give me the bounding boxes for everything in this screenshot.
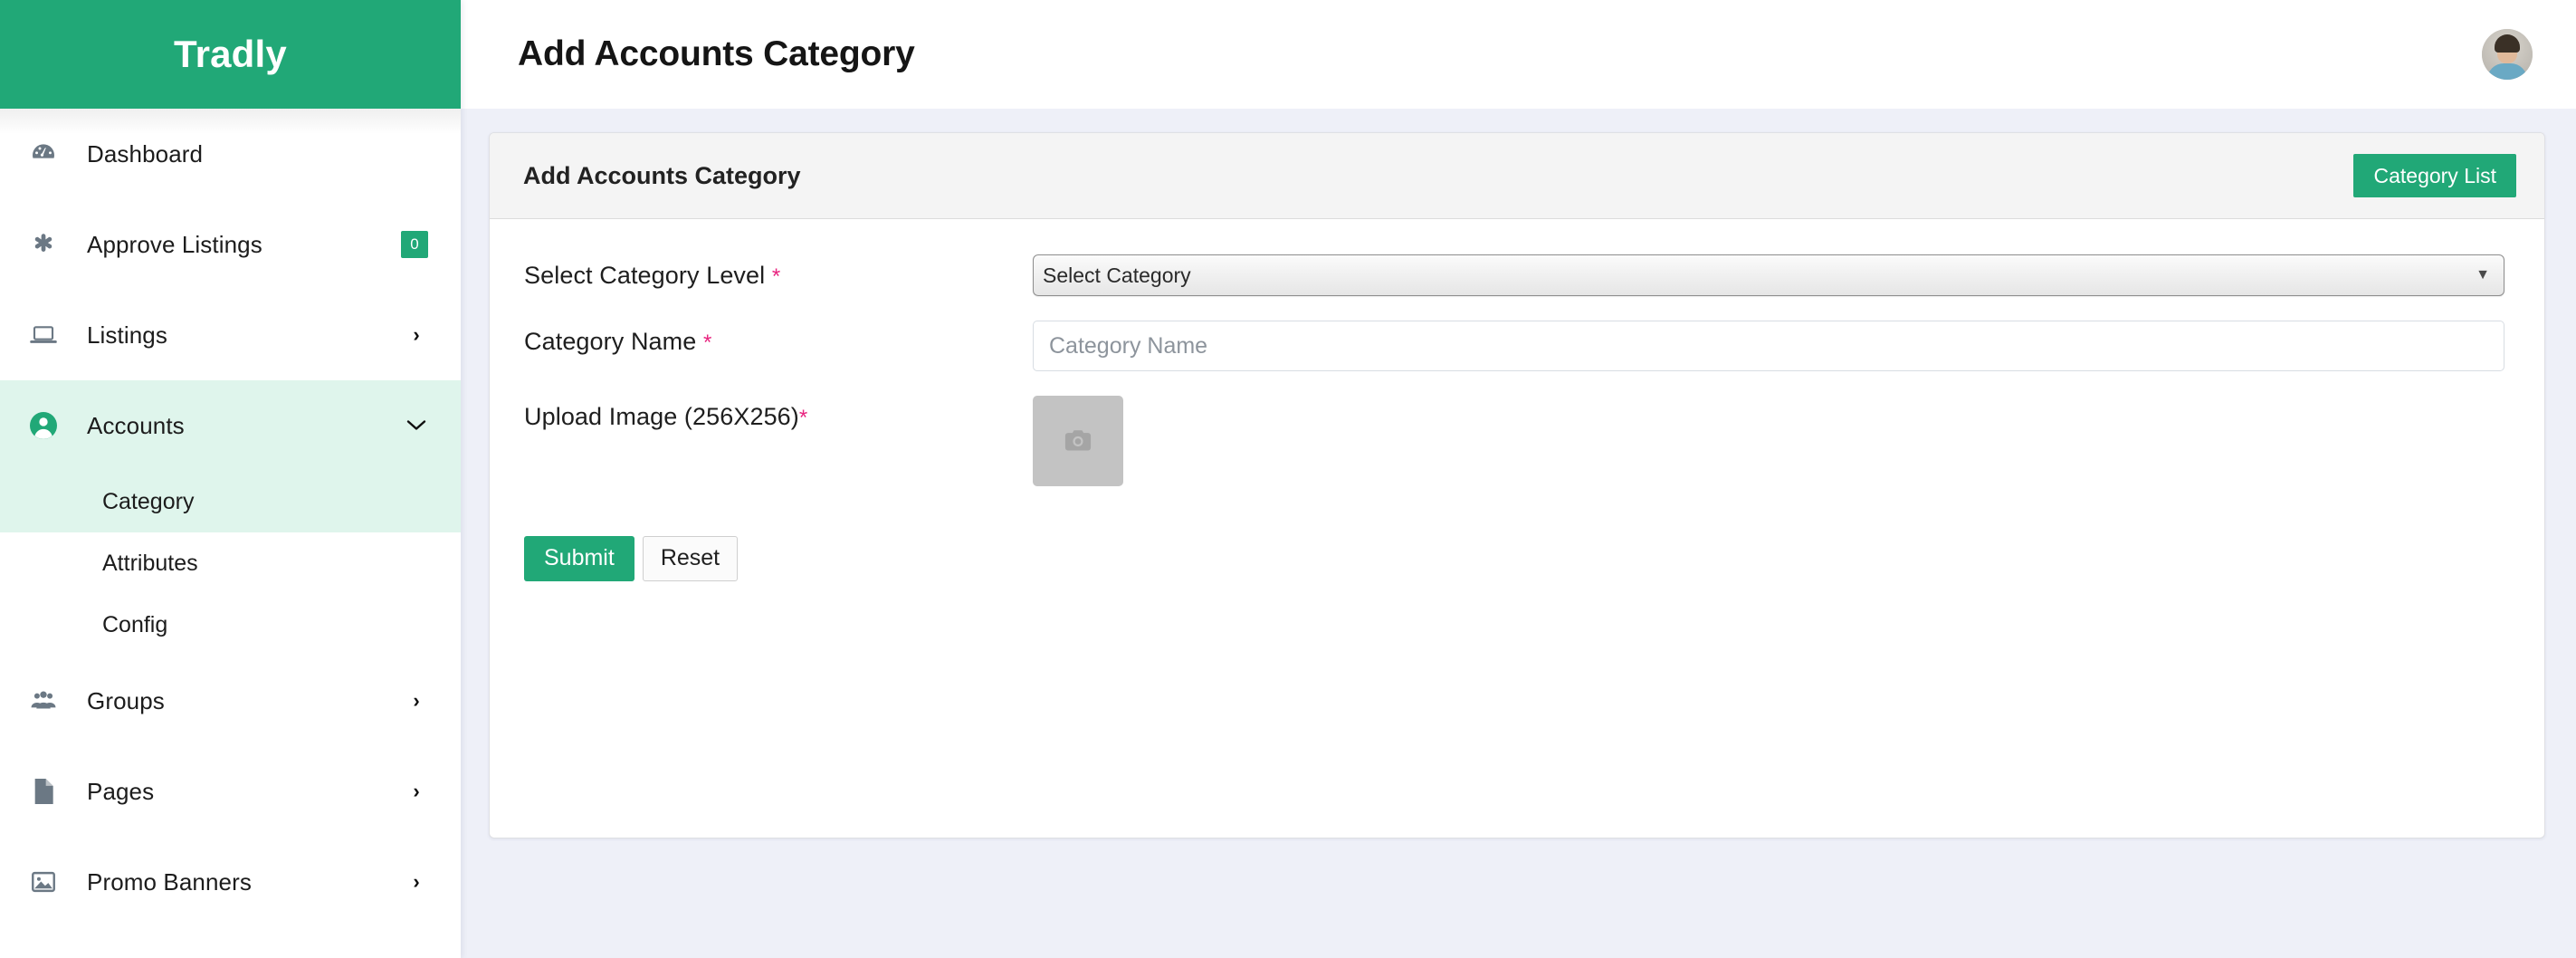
category-level-label-text: Select Category Level: [524, 262, 765, 289]
sidebar: Tradly Dashboard Approve Listi: [0, 0, 461, 958]
user-circle-icon: [0, 409, 87, 442]
required-asterisk: *: [703, 331, 711, 355]
top-bar: Add Accounts Category: [461, 0, 2576, 109]
sidebar-subitem-label: Config: [102, 612, 167, 638]
page-title: Add Accounts Category: [518, 34, 2482, 74]
page-content: Add Accounts Category Category List Sele…: [461, 109, 2576, 958]
dashboard-gauge-icon: [0, 139, 87, 168]
chevron-right-icon: ›: [405, 872, 428, 892]
sidebar-item-label: Promo Banners: [87, 868, 405, 896]
chevron-down-icon: [405, 416, 428, 436]
required-asterisk: *: [772, 264, 780, 289]
category-name-field: [1033, 321, 2510, 371]
sidebar-item-accounts[interactable]: Accounts: [0, 380, 461, 471]
document-icon: [0, 777, 87, 806]
required-asterisk: *: [799, 406, 807, 430]
brand-name: Tradly: [174, 33, 287, 76]
add-category-card: Add Accounts Category Category List Sele…: [489, 132, 2545, 838]
card-title: Add Accounts Category: [523, 162, 2353, 190]
reset-button[interactable]: Reset: [643, 536, 738, 581]
asterisk-icon: [0, 231, 87, 258]
sidebar-subitem-label: Category: [102, 489, 194, 515]
sidebar-subitem-attributes[interactable]: Attributes: [0, 532, 461, 594]
sidebar-item-pages[interactable]: Pages ›: [0, 746, 461, 837]
sidebar-item-campaigns[interactable]: Campaigns ›: [0, 927, 461, 958]
category-name-input[interactable]: [1033, 321, 2504, 371]
sidebar-item-label: Accounts: [87, 412, 405, 440]
sidebar-subitem-category[interactable]: Category: [0, 471, 461, 532]
chevron-right-icon: ›: [405, 691, 428, 711]
sidebar-item-groups[interactable]: Groups ›: [0, 656, 461, 746]
form-row-category-name: Category Name *: [524, 321, 2510, 371]
sidebar-item-dashboard[interactable]: Dashboard: [0, 109, 461, 199]
approve-listings-badge: 0: [401, 231, 428, 258]
avatar[interactable]: [2482, 29, 2533, 80]
avatar-hair: [2495, 34, 2520, 53]
sidebar-subitem-config[interactable]: Config: [0, 594, 461, 656]
category-name-label: Category Name *: [524, 321, 1033, 356]
upload-image-label-text: Upload Image (256X256): [524, 403, 799, 430]
category-level-select[interactable]: Select Category: [1033, 254, 2504, 296]
card-header: Add Accounts Category Category List: [490, 133, 2544, 219]
category-list-button[interactable]: Category List: [2353, 154, 2516, 197]
camera-icon: [1061, 424, 1095, 458]
sidebar-subitem-label: Attributes: [102, 551, 198, 577]
sidebar-item-listings[interactable]: Listings ›: [0, 290, 461, 380]
submit-button[interactable]: Submit: [524, 536, 634, 581]
sidebar-item-label: Listings: [87, 321, 405, 350]
category-level-label: Select Category Level *: [524, 254, 1033, 290]
sidebar-item-label: Dashboard: [87, 140, 428, 168]
chevron-right-icon: ›: [405, 325, 428, 345]
form-row-category-level: Select Category Level * Select Category …: [524, 254, 2510, 296]
image-icon: [0, 867, 87, 896]
upload-image-dropzone[interactable]: [1033, 396, 1123, 486]
form-actions: Submit Reset: [524, 536, 2510, 581]
sidebar-nav: Dashboard Approve Listings 0: [0, 109, 461, 958]
form-row-upload-image: Upload Image (256X256)*: [524, 396, 2510, 486]
sidebar-item-approve-listings[interactable]: Approve Listings 0: [0, 199, 461, 290]
sidebar-item-label: Approve Listings: [87, 231, 401, 259]
brand-header[interactable]: Tradly: [0, 0, 461, 109]
card-body: Select Category Level * Select Category …: [490, 219, 2544, 838]
app-root: Tradly Dashboard Approve Listi: [0, 0, 2576, 958]
sidebar-item-promo-banners[interactable]: Promo Banners ›: [0, 837, 461, 927]
chevron-right-icon: ›: [405, 781, 428, 801]
laptop-icon: [0, 321, 87, 350]
upload-image-field: [1033, 396, 2510, 486]
main-area: Add Accounts Category Add Accounts Categ…: [461, 0, 2576, 958]
category-level-field: Select Category ▼: [1033, 254, 2510, 296]
upload-image-label: Upload Image (256X256)*: [524, 396, 1033, 431]
sidebar-item-label: Groups: [87, 687, 405, 715]
people-group-icon: [0, 685, 87, 716]
sidebar-item-label: Pages: [87, 778, 405, 806]
category-level-select-wrap: Select Category ▼: [1033, 254, 2504, 296]
category-name-label-text: Category Name: [524, 328, 696, 355]
